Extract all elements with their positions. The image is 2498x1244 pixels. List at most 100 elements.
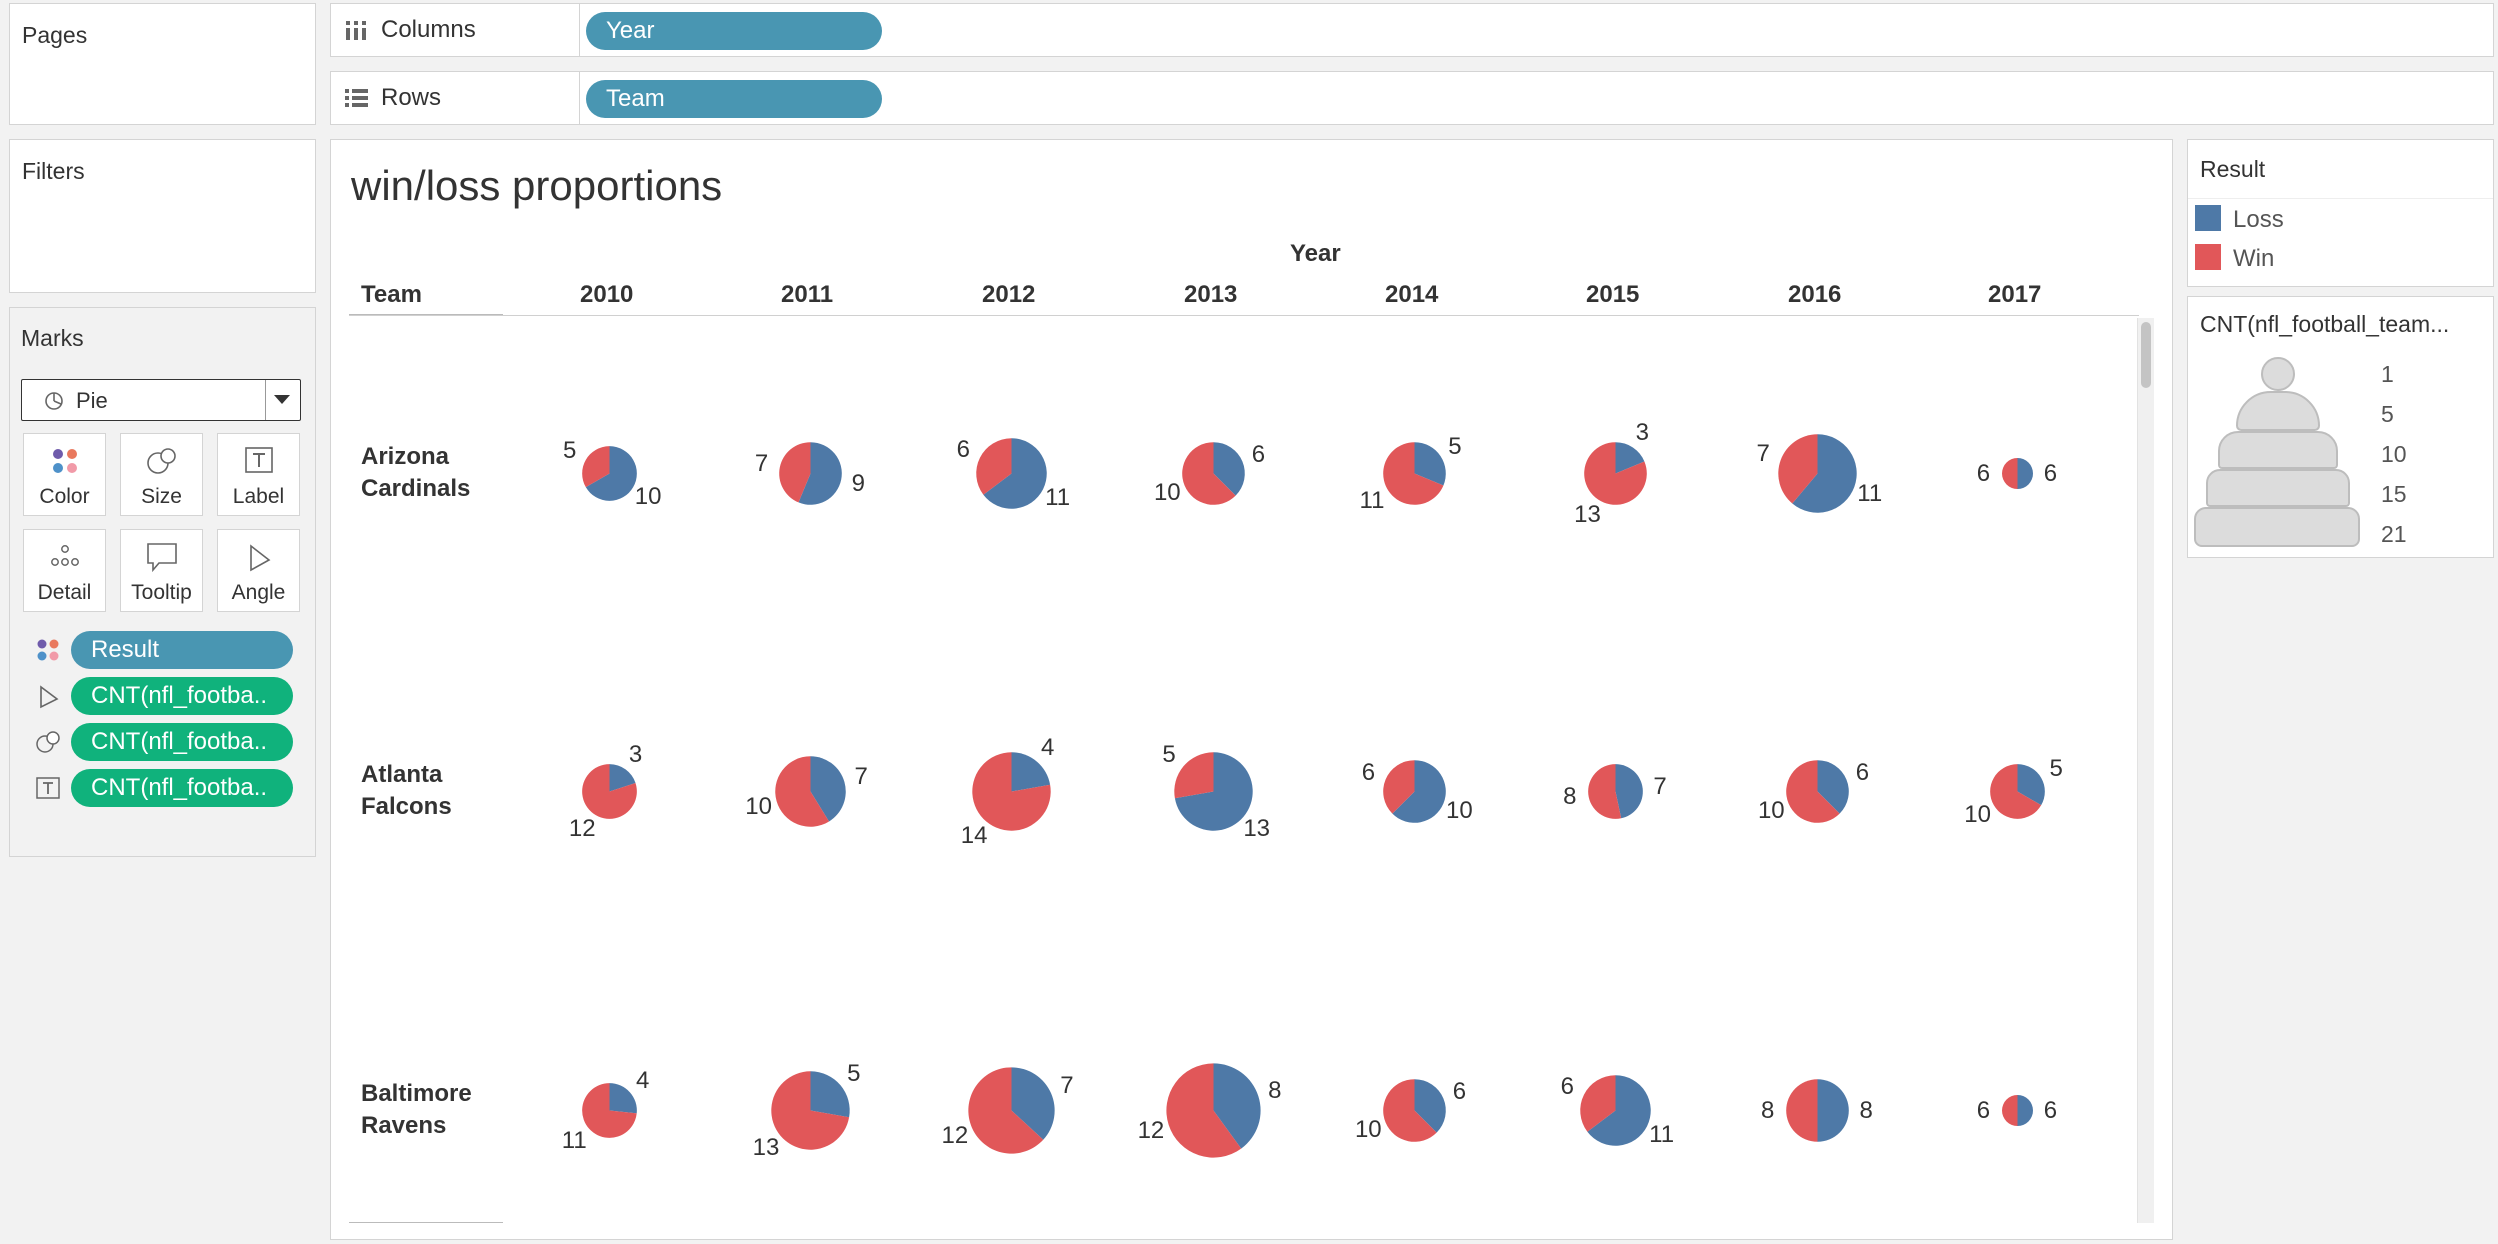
- team-label: Baltimore Ravens: [361, 1080, 472, 1139]
- pie-chart[interactable]: [777, 440, 844, 507]
- pie-label-loss: 4: [1041, 734, 1055, 762]
- year-header-2017: 2017: [1988, 281, 2042, 308]
- year-header-2016: 2016: [1788, 281, 1842, 308]
- pie-label-loss: 8: [1268, 1076, 1282, 1104]
- pie-chart[interactable]: [1381, 1077, 1448, 1144]
- pie-icon: [45, 392, 63, 410]
- pie-chart[interactable]: [580, 444, 639, 503]
- year-header-2013: 2013: [1184, 281, 1238, 308]
- pie-slice-loss[interactable]: [1817, 1078, 1849, 1142]
- columns-shelf[interactable]: Columns Year: [330, 3, 2494, 57]
- legend-label-win[interactable]: Win: [2233, 245, 2274, 273]
- pie-chart[interactable]: [580, 1081, 639, 1140]
- angle-button[interactable]: Angle: [217, 529, 300, 612]
- pie-chart[interactable]: [1578, 1073, 1653, 1148]
- pie-slice-loss[interactable]: [2017, 457, 2033, 489]
- mark-type-dropdown[interactable]: Pie: [21, 379, 301, 421]
- pie-chart[interactable]: [1172, 750, 1255, 833]
- size-shape-1: [2261, 357, 2295, 391]
- pie-label-win: 6: [1976, 460, 1991, 487]
- size-icon: [147, 448, 176, 474]
- pie-slice-win[interactable]: [2001, 1094, 2017, 1126]
- pie-chart[interactable]: [1180, 440, 1247, 507]
- size-shape-10: [2218, 431, 2338, 469]
- view-pane[interactable]: win/loss proportions Year Team 2010 2011 2…: [330, 139, 2173, 1240]
- size-shape-15: [2206, 469, 2350, 507]
- color-button[interactable]: Color: [23, 433, 106, 516]
- scrollbar-thumb[interactable]: [2141, 322, 2151, 388]
- pie-label-loss: 10: [634, 482, 662, 510]
- size-field-pill[interactable]: CNT(nfl_footba..: [71, 723, 293, 761]
- pie-label-loss: 11: [1045, 483, 1071, 511]
- label-button[interactable]: Label: [217, 433, 300, 516]
- tooltip-button[interactable]: Tooltip: [120, 529, 203, 612]
- pie-chart[interactable]: [1784, 758, 1851, 825]
- chevron-down-icon[interactable]: [274, 395, 290, 404]
- pie-chart[interactable]: [580, 762, 639, 821]
- pie-chart[interactable]: [773, 754, 848, 829]
- pie-label-loss: 6: [1251, 441, 1266, 469]
- legend-swatch-win[interactable]: [2195, 244, 2221, 270]
- pages-card[interactable]: Pages: [9, 3, 316, 125]
- pie-label-win: 7: [1756, 440, 1770, 468]
- year-header-2014: 2014: [1385, 281, 1439, 308]
- team-pill[interactable]: Team: [586, 80, 882, 118]
- result-field-pill[interactable]: Result: [71, 631, 293, 669]
- marks-card: Marks Pie Color Size Label Detail Toolti…: [9, 307, 316, 857]
- pie-slice-loss[interactable]: [1615, 763, 1643, 818]
- pie-chart[interactable]: [974, 436, 1049, 511]
- mark-type-label: Pie: [76, 388, 108, 413]
- pie-chart[interactable]: [1164, 1061, 1263, 1160]
- pie-label-win: 5: [562, 437, 577, 465]
- pie-label-win: 14: [960, 821, 988, 849]
- filters-card[interactable]: Filters: [9, 139, 316, 293]
- vertical-scrollbar[interactable]: [2137, 318, 2154, 1223]
- marks-title: Marks: [21, 325, 84, 351]
- pie-chart[interactable]: [1776, 432, 1859, 515]
- rows-icon: [345, 89, 368, 107]
- pie-slice-loss[interactable]: [2017, 1094, 2033, 1126]
- pie-slice-loss[interactable]: [609, 1082, 637, 1113]
- pie-label-loss: 9: [851, 469, 865, 497]
- pie-label-win: 10: [1354, 1115, 1382, 1143]
- size-value: 5: [2381, 401, 2394, 427]
- pie-slice-win[interactable]: [1173, 751, 1213, 798]
- pie-chart[interactable]: [1381, 758, 1448, 825]
- pie-slice-loss[interactable]: [810, 1070, 850, 1117]
- year-pill[interactable]: Year: [586, 12, 882, 50]
- color-legend[interactable]: Result Loss Win: [2187, 139, 2494, 287]
- pie-chart[interactable]: [1582, 440, 1649, 507]
- detail-button[interactable]: Detail: [23, 529, 106, 612]
- size-legend[interactable]: CNT(nfl_football_team... 1 5 10 15 21: [2187, 296, 2494, 558]
- pie-label-loss: 7: [854, 763, 868, 791]
- pie-slice-win[interactable]: [2001, 457, 2017, 489]
- rows-shelf[interactable]: Rows Team: [330, 71, 2494, 125]
- pie-label-loss: 6: [2043, 460, 2058, 487]
- angle-field-pill[interactable]: CNT(nfl_footba..: [71, 677, 293, 715]
- pie-label-win: 13: [752, 1133, 780, 1161]
- pie-chart[interactable]: [2000, 456, 2035, 491]
- pie-chart[interactable]: [769, 1069, 852, 1152]
- pie-chart[interactable]: [1586, 762, 1645, 821]
- legend-label-loss[interactable]: Loss: [2233, 206, 2284, 234]
- pie-label-loss: 6: [1452, 1078, 1467, 1106]
- pie-chart[interactable]: [966, 1065, 1057, 1156]
- year-header-2015: 2015: [1586, 281, 1640, 308]
- pie-slice-win[interactable]: [1785, 1078, 1817, 1142]
- columns-icon: [346, 21, 366, 40]
- pie-label-win: 7: [754, 450, 769, 478]
- pie-label-loss: 13: [1243, 814, 1271, 842]
- pie-chart[interactable]: [2000, 1093, 2035, 1128]
- pie-chart[interactable]: [1381, 440, 1448, 507]
- pie-chart[interactable]: [1988, 762, 2047, 821]
- pie-label-win: 6: [956, 436, 970, 464]
- size-value: 15: [2381, 481, 2407, 507]
- label-field-pill[interactable]: CNT(nfl_footba..: [71, 769, 293, 807]
- pie-label-win: 6: [1361, 759, 1376, 787]
- pie-label-win: 10: [1964, 800, 1991, 828]
- pie-chart[interactable]: [1784, 1077, 1851, 1144]
- legend-swatch-loss[interactable]: [2195, 205, 2221, 231]
- size-button[interactable]: Size: [120, 433, 203, 516]
- pie-label-loss: 11: [1649, 1120, 1675, 1148]
- size-icon: [36, 731, 60, 753]
